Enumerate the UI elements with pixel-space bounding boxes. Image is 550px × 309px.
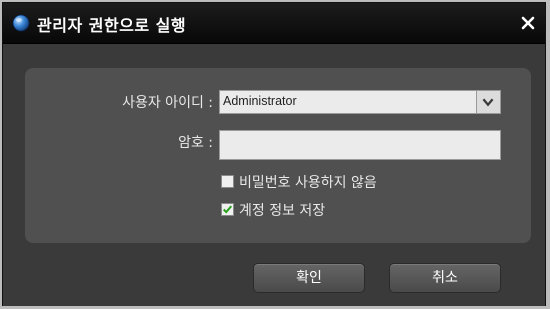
save-account-checkbox[interactable] xyxy=(221,203,234,216)
chevron-down-icon xyxy=(482,98,494,107)
dialog-title: 관리자 권한으로 실행 xyxy=(37,16,187,35)
no-password-checkbox[interactable] xyxy=(221,175,234,188)
dialog-content: 사용자 아이디 : Administrator 암호 : 비밀번호 사용하지 않… xyxy=(3,44,545,306)
cancel-button[interactable]: 취소 xyxy=(389,263,501,293)
check-icon xyxy=(222,205,233,214)
save-account-label[interactable]: 계정 정보 저장 xyxy=(239,200,325,220)
title-bar: 관리자 권한으로 실행 xyxy=(3,3,545,44)
no-password-label[interactable]: 비밀번호 사용하지 않음 xyxy=(239,172,377,192)
user-id-dropdown-button[interactable] xyxy=(476,91,500,113)
close-icon[interactable] xyxy=(519,14,537,32)
login-panel: 사용자 아이디 : Administrator 암호 : 비밀번호 사용하지 않… xyxy=(25,68,531,243)
user-id-combobox[interactable]: Administrator xyxy=(219,90,501,114)
ok-button[interactable]: 확인 xyxy=(253,263,365,293)
globe-icon xyxy=(12,14,30,32)
user-id-label: 사용자 아이디 : xyxy=(122,95,213,111)
user-id-value: Administrator xyxy=(223,94,297,108)
password-field[interactable] xyxy=(219,130,501,160)
admin-run-dialog: 관리자 권한으로 실행 사용자 아이디 : Administrator 암호 : xyxy=(2,2,546,306)
password-label: 암호 : xyxy=(178,135,213,151)
